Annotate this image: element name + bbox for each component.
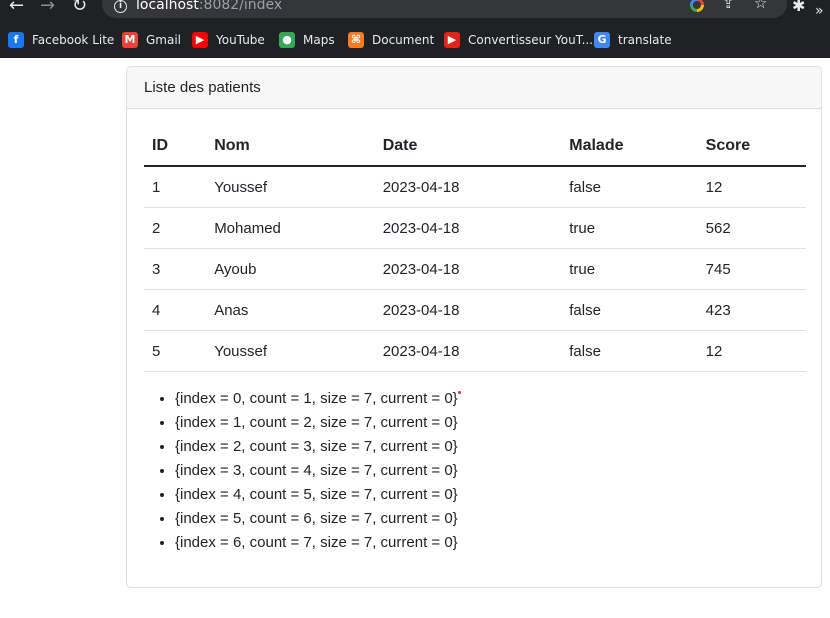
table-cell-score: 745: [697, 248, 806, 290]
reload-icon[interactable]: ↻: [72, 0, 87, 17]
bookmark-document[interactable]: ⌘ Document: [348, 29, 434, 51]
youtube-icon: ▶: [192, 32, 208, 48]
table-row: 5 Youssef 2023-04-18 false 12: [144, 330, 806, 372]
table-row: 4 Anas 2023-04-18 false 423: [144, 289, 806, 331]
extensions-puzzle-icon[interactable]: ✱: [792, 0, 805, 15]
list-item: {index = 1, count = 2, size = 7, current…: [175, 411, 458, 435]
table-cell-malade: false: [561, 166, 698, 208]
star-icon[interactable]: ☆: [754, 0, 767, 12]
bookmark-youtube[interactable]: ▶ YouTube: [192, 29, 265, 51]
table-cell-id: 4: [144, 289, 207, 331]
translate-icon: G: [594, 32, 610, 48]
maps-icon: ●: [279, 32, 295, 48]
table-header-row: ID Nom Date Malade Score: [144, 126, 806, 167]
column-header-nom: Nom: [206, 126, 375, 167]
table-row: 2 Mohamed 2023-04-18 true 562: [144, 207, 806, 249]
column-header-score: Score: [697, 126, 806, 167]
column-header-id: ID: [144, 126, 207, 167]
bookmark-label: Gmail: [146, 33, 182, 47]
table-cell-malade: true: [561, 207, 698, 249]
navigation-row: ← → ↻ i localhost:8082/index ⇪ ☆ ✱: [0, 0, 830, 18]
bookmark-label: Maps: [303, 33, 335, 47]
card-header: Liste des patients: [127, 67, 821, 109]
card-title: Liste des patients: [144, 79, 261, 96]
table-row: 1 Youssef 2023-04-18 false 12: [144, 166, 806, 208]
table-cell-score: 423: [697, 289, 806, 331]
list-item: {index = 4, count = 5, size = 7, current…: [175, 483, 458, 507]
table-cell-nom: Ayoub: [206, 248, 375, 290]
share-icon[interactable]: ⇪: [722, 0, 735, 12]
converter-icon: ▶: [444, 32, 460, 48]
list-item: {index = 2, count = 3, size = 7, current…: [175, 435, 458, 459]
forward-arrow-icon[interactable]: →: [40, 0, 55, 17]
list-item: {index = 5, count = 6, size = 7, current…: [175, 507, 458, 531]
document-icon: ⌘: [348, 32, 364, 48]
table-cell-score: 12: [697, 166, 806, 208]
patients-table: ID Nom Date Malade Score 1 Youssef 2023-04…: [144, 126, 806, 372]
table-cell-id: 5: [144, 330, 207, 372]
table-cell-nom: Anas: [206, 289, 375, 331]
bookmark-facebook[interactable]: f Facebook Lite: [8, 29, 114, 51]
patients-card: Liste des patients ID Nom Date Malade Sc…: [126, 66, 822, 588]
table-cell-id: 2: [144, 207, 207, 249]
address-bar[interactable]: i localhost:8082/index ⇪ ☆: [102, 0, 787, 18]
table-cell-malade: true: [561, 248, 698, 290]
bookmarks-bar: f Facebook Lite M Gmail ▶ YouTube ● Maps ⌘ Docume…: [0, 29, 830, 51]
column-header-malade: Malade: [561, 126, 698, 167]
bookmark-label: YouTube: [216, 33, 265, 47]
bookmark-converter[interactable]: ▶ Convertisseur YouT...: [444, 29, 593, 51]
table-row: 3 Ayoub 2023-04-18 true 745: [144, 248, 806, 290]
bookmark-gmail[interactable]: M Gmail: [122, 29, 181, 51]
table-cell-date: 2023-04-18: [374, 289, 562, 331]
table-cell-id: 3: [144, 248, 207, 290]
table-cell-malade: false: [561, 289, 698, 331]
url-text[interactable]: localhost:8082/index: [136, 0, 282, 13]
bookmark-translate[interactable]: Gtranslate: [594, 29, 672, 51]
bookmark-label: Facebook Lite: [32, 33, 115, 47]
table-cell-score: 562: [697, 207, 806, 249]
list-item: {index = 0, count = 1, size = 7, current…: [175, 387, 458, 411]
bookmark-maps[interactable]: ● Maps: [279, 29, 335, 51]
site-info-icon[interactable]: i: [114, 0, 127, 13]
back-arrow-icon[interactable]: ←: [9, 0, 24, 17]
list-item: {index = 3, count = 4, size = 7, current…: [175, 459, 458, 483]
list-item: {index = 6, count = 7, size = 7, current…: [175, 531, 458, 555]
table-cell-date: 2023-04-18: [374, 207, 562, 249]
table-cell-malade: false: [561, 330, 698, 372]
google-icon[interactable]: [690, 0, 704, 12]
table-cell-id: 1: [144, 166, 207, 208]
browser-chrome: ← → ↻ i localhost:8082/index ⇪ ☆ ✱ f Face…: [0, 0, 830, 58]
table-cell-date: 2023-04-18: [374, 166, 562, 208]
facebook-icon: f: [8, 32, 24, 48]
bookmark-label: translate: [618, 33, 672, 47]
cursor-dot: [458, 391, 461, 394]
table-cell-nom: Youssef: [206, 166, 375, 208]
gmail-icon: M: [122, 32, 138, 48]
bookmark-label: Document: [372, 33, 435, 47]
table-cell-nom: Youssef: [206, 330, 375, 372]
table-cell-date: 2023-04-18: [374, 330, 562, 372]
column-header-date: Date: [374, 126, 562, 167]
pagination-list: {index = 0, count = 1, size = 7, current…: [158, 387, 458, 555]
bookmark-label: Convertisseur YouT...: [468, 33, 594, 47]
table-cell-date: 2023-04-18: [374, 248, 562, 290]
table-cell-score: 12: [697, 330, 806, 372]
table-cell-nom: Mohamed: [206, 207, 375, 249]
more-bookmarks-chevron-icon[interactable]: »: [815, 0, 824, 22]
